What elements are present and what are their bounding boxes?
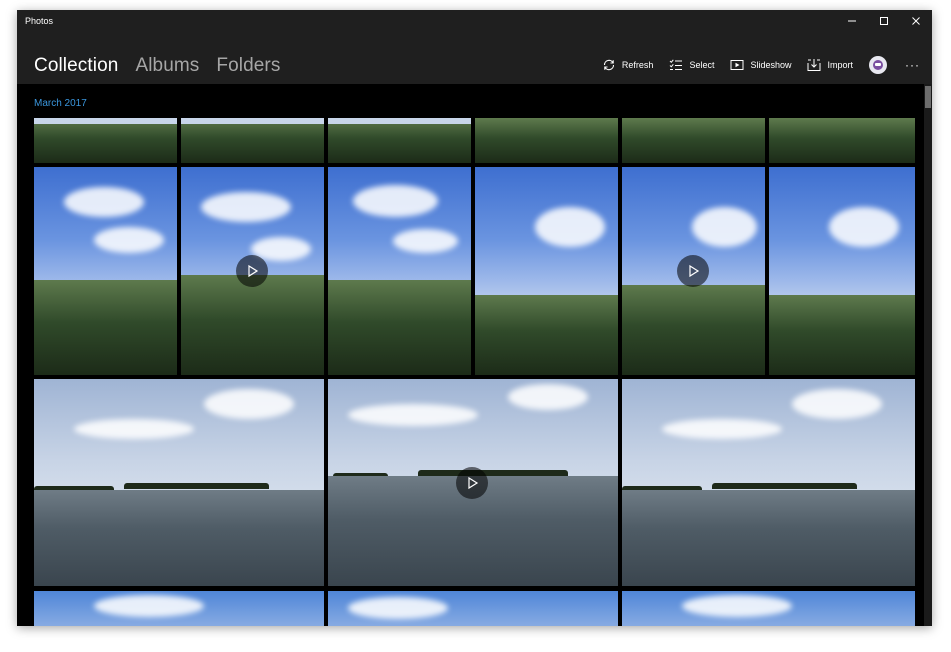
maximize-button[interactable]	[868, 10, 900, 32]
vertical-scrollbar[interactable]	[924, 84, 932, 626]
account-avatar[interactable]	[869, 56, 887, 74]
cloud	[393, 229, 458, 253]
cloud	[535, 207, 605, 247]
photo-thumbnail[interactable]	[475, 118, 618, 163]
photo-thumbnail[interactable]	[475, 167, 618, 375]
minimize-button[interactable]	[836, 10, 868, 32]
trees	[475, 295, 618, 375]
photo-thumbnail[interactable]	[622, 591, 915, 626]
island	[124, 483, 269, 489]
trees	[769, 295, 915, 375]
cloud	[508, 384, 588, 410]
scrollbar-thumb[interactable]	[925, 86, 931, 108]
play-button[interactable]	[677, 255, 709, 287]
nav-tabs: Collection Albums Folders	[34, 55, 280, 77]
close-icon	[912, 17, 920, 25]
play-icon	[689, 264, 700, 278]
cloud	[201, 192, 291, 222]
close-button[interactable]	[900, 10, 932, 32]
cloud	[682, 595, 792, 617]
sky-strip	[328, 118, 471, 124]
photo-thumbnail[interactable]	[769, 118, 915, 163]
photo-thumbnail[interactable]	[769, 167, 915, 375]
photo-thumbnail[interactable]	[34, 118, 177, 163]
cloud	[353, 185, 438, 217]
trees	[622, 285, 765, 375]
video-thumbnail[interactable]	[622, 167, 765, 375]
trees	[328, 280, 471, 375]
play-icon	[248, 264, 259, 278]
app-bar: Collection Albums Folders Refresh Select…	[17, 32, 932, 84]
cloud	[692, 207, 757, 247]
trees	[181, 275, 324, 375]
import-label: Import	[827, 60, 853, 70]
sea	[34, 490, 324, 586]
slideshow-label: Slideshow	[750, 60, 792, 70]
video-thumbnail[interactable]	[328, 379, 618, 586]
play-button[interactable]	[456, 467, 488, 499]
minimize-icon	[848, 20, 856, 22]
photos-window: Photos Collection Albums Folders Refresh…	[17, 10, 932, 626]
photo-thumbnail[interactable]	[328, 118, 471, 163]
photo-thumbnail[interactable]	[622, 118, 765, 163]
slideshow-icon	[730, 60, 744, 70]
cloud	[74, 419, 194, 439]
import-icon	[807, 59, 821, 71]
photo-thumbnail[interactable]	[34, 167, 177, 375]
play-icon	[468, 476, 479, 490]
import-button[interactable]: Import	[807, 58, 853, 72]
refresh-label: Refresh	[621, 60, 654, 70]
cloud	[94, 227, 164, 253]
photo-thumbnail[interactable]	[34, 591, 324, 626]
select-button[interactable]: Select	[669, 58, 714, 72]
island	[712, 483, 857, 489]
photo-thumbnail[interactable]	[328, 591, 618, 626]
date-header[interactable]: March 2017	[34, 98, 87, 109]
photo-collection: March 2017	[17, 84, 932, 626]
trees	[34, 280, 177, 375]
more-options-button[interactable]: ···	[905, 58, 920, 72]
refresh-button[interactable]: Refresh	[602, 58, 654, 72]
play-button[interactable]	[236, 255, 268, 287]
app-title: Photos	[25, 16, 54, 26]
cloud	[204, 389, 294, 419]
tab-collection[interactable]: Collection	[34, 55, 118, 77]
title-bar: Photos	[17, 10, 932, 32]
video-thumbnail[interactable]	[181, 167, 324, 375]
photo-thumbnail[interactable]	[328, 167, 471, 375]
tab-albums[interactable]: Albums	[135, 55, 199, 77]
maximize-icon	[880, 17, 888, 25]
select-label: Select	[689, 60, 715, 70]
cloud	[792, 389, 882, 419]
cloud	[94, 595, 204, 617]
photo-thumbnail[interactable]	[622, 379, 915, 586]
cloud	[662, 419, 782, 439]
cloud	[829, 207, 899, 247]
cloud	[64, 187, 144, 217]
window-controls	[836, 10, 932, 32]
photo-thumbnail[interactable]	[181, 118, 324, 163]
cloud	[348, 404, 478, 426]
checklist-icon	[670, 59, 683, 70]
cloud	[348, 597, 448, 619]
sky-strip	[34, 118, 177, 124]
photo-thumbnail[interactable]	[34, 379, 324, 586]
sky-strip	[181, 118, 324, 124]
slideshow-button[interactable]: Slideshow	[730, 58, 791, 72]
tab-folders[interactable]: Folders	[216, 55, 280, 77]
refresh-icon	[603, 59, 614, 71]
toolbar: Refresh Select Slideshow Import ···	[586, 56, 920, 74]
sea	[622, 490, 915, 586]
